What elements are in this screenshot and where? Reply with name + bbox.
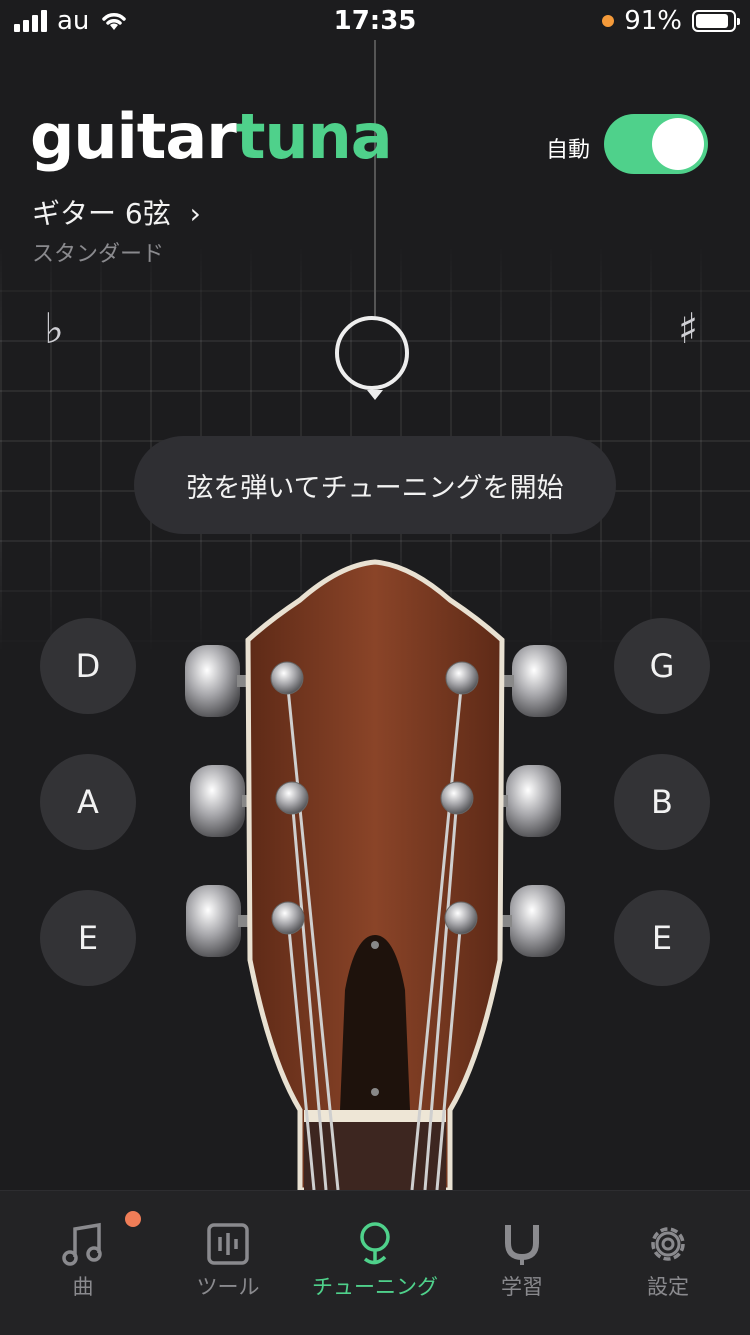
gear-icon	[651, 1227, 685, 1261]
new-badge	[125, 1211, 141, 1227]
tab-bar: 曲 ツール チューニング 学習 設定	[0, 1190, 750, 1335]
tab-settings[interactable]: 設定	[593, 1191, 743, 1335]
string-button-g[interactable]: G	[614, 618, 710, 714]
string-button-a[interactable]: A	[40, 754, 136, 850]
tab-songs[interactable]: 曲	[8, 1191, 158, 1335]
string-button-high-e[interactable]: E	[614, 890, 710, 986]
tab-tools[interactable]: ツール	[153, 1191, 303, 1335]
music-note-icon	[62, 1222, 102, 1266]
learn-icon	[505, 1225, 539, 1265]
string-button-low-e[interactable]: E	[40, 890, 136, 986]
tab-learn[interactable]: 学習	[447, 1191, 597, 1335]
string-button-d[interactable]: D	[40, 618, 136, 714]
tab-tuning[interactable]: チューニング	[300, 1191, 450, 1335]
tools-icon	[207, 1223, 249, 1265]
guitar-headstock	[185, 559, 567, 1190]
tuner-icon	[360, 1222, 390, 1265]
string-button-b[interactable]: B	[614, 754, 710, 850]
